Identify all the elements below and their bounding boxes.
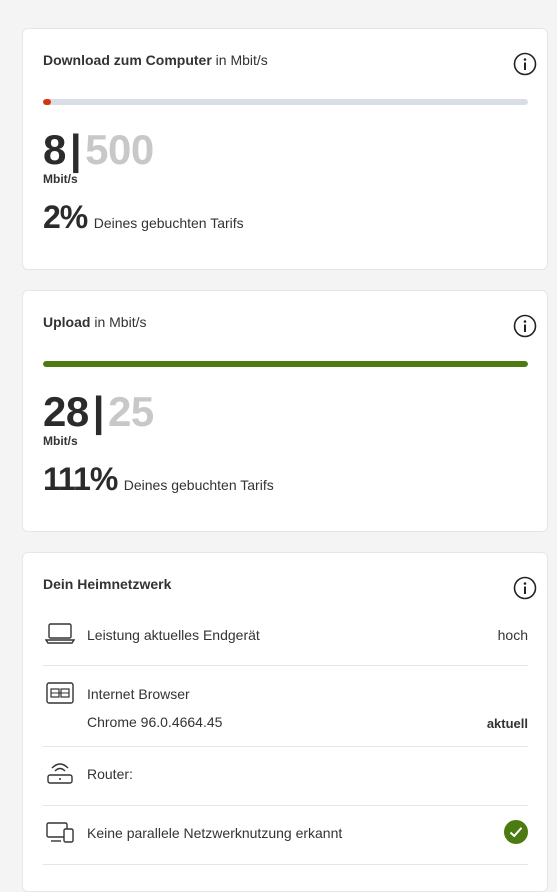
upload-unit: Mbit/s [43,434,78,448]
download-progress-track [43,99,528,105]
row-label: Keine parallele Netzwerknutzung erkannt [87,825,343,841]
row-label: Leistung aktuelles Endgerät [87,627,260,643]
row-value: hoch [497,627,528,643]
upload-speed: 28|25 [43,391,154,433]
upload-max: 25 [107,388,154,435]
upload-percent-text: Deines gebuchten Tarifs [123,477,274,493]
download-separator: | [69,126,82,173]
row-label: Router: [87,766,133,782]
info-icon[interactable] [513,314,537,338]
list-item: Keine parallele Netzwerknutzung erkannt [43,805,528,865]
row-value: aktuell [486,716,528,731]
upload-card: Upload in Mbit/s 28|25 Mbit/s 111% Deine… [22,290,548,532]
list-item: Router: [43,746,528,806]
download-unit: Mbit/s [43,172,78,186]
browser-icon [46,682,74,704]
row-label: Internet Browser [87,686,190,702]
download-percent: 2% [43,199,88,235]
info-icon[interactable] [513,576,537,600]
home-network-card: Dein Heimnetzwerk Leistung aktuelles End… [22,552,548,892]
upload-current: 28 [43,388,89,435]
upload-progress-fill [43,361,528,367]
home-network-title: Dein Heimnetzwerk [43,576,172,592]
download-title: Download zum Computer in Mbit/s [43,52,268,68]
download-max: 500 [85,126,154,173]
laptop-icon [45,623,75,644]
upload-percent: 111% [43,461,118,497]
download-speed: 8|500 [43,129,154,171]
download-current: 8 [43,126,66,173]
download-card: Download zum Computer in Mbit/s 8|500 Mb… [22,28,548,270]
devices-icon [46,822,74,843]
download-progress-fill [43,99,51,105]
upload-percent-row: 111% Deines gebuchten Tarifs [43,461,274,498]
list-item: Leistung aktuelles Endgerät hoch [43,609,528,666]
row-sublabel: Chrome 96.0.4664.45 [87,714,223,730]
router-icon [47,763,73,784]
list-item: Internet Browser Chrome 96.0.4664.45 akt… [43,665,528,747]
upload-progress-track [43,361,528,367]
upload-title: Upload in Mbit/s [43,314,147,330]
info-icon[interactable] [513,52,537,76]
check-icon [504,820,528,844]
download-percent-text: Deines gebuchten Tarifs [93,215,244,231]
download-percent-row: 2% Deines gebuchten Tarifs [43,199,244,236]
upload-separator: | [92,388,105,435]
